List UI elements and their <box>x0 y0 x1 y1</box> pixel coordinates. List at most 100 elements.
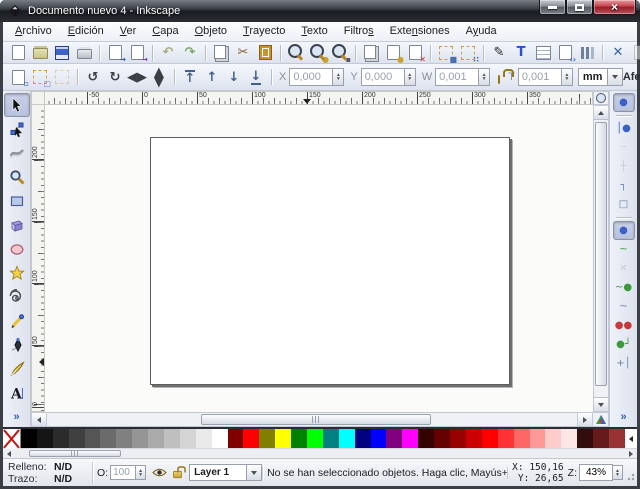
palette-swatch[interactable] <box>386 429 402 448</box>
palette-swatch[interactable] <box>514 429 530 448</box>
palette-more-button[interactable] <box>625 429 637 448</box>
snap-smooth-nodes-button[interactable]: ~ <box>613 297 635 316</box>
palette-swatch[interactable] <box>355 429 371 448</box>
palette-swatch[interactable] <box>212 429 228 448</box>
palette-swatch[interactable] <box>132 429 148 448</box>
snap-midpoints-button[interactable]: ●● <box>613 316 635 335</box>
palette-swatch[interactable] <box>577 429 593 448</box>
duplicate-button[interactable] <box>360 43 382 63</box>
palette-swatch[interactable] <box>291 429 307 448</box>
palette-swatch[interactable] <box>530 429 546 448</box>
palette-swatch[interactable] <box>275 429 291 448</box>
palette-swatch[interactable] <box>180 429 196 448</box>
palette-swatch[interactable] <box>402 429 418 448</box>
snap-page-border-button[interactable]: +│ <box>613 354 635 373</box>
title-bar[interactable]: Documento nuevo 4 - Inkscape × <box>0 0 640 22</box>
snapbar-overflow-chevron[interactable]: » <box>620 411 626 423</box>
export-document-button[interactable]: → <box>126 43 148 63</box>
tool-pencil[interactable] <box>4 309 30 333</box>
redo-button[interactable]: ↷ <box>179 43 201 63</box>
horizontal-scrollbar[interactable] <box>31 412 609 427</box>
tool-text[interactable]: A <box>4 381 30 405</box>
opacity-spinner[interactable]: ▲▼ <box>136 465 146 480</box>
vertical-scrollbar[interactable] <box>593 105 609 412</box>
units-dropdown[interactable]: mm <box>578 68 623 86</box>
horizontal-scroll-track[interactable] <box>47 413 577 426</box>
snap-bbox-edge-midpoints-button[interactable]: ┐ <box>613 176 635 195</box>
layers-dialog-button[interactable] <box>532 43 554 63</box>
palette-scroll-left[interactable] <box>3 449 15 458</box>
document-page[interactable] <box>150 137 510 385</box>
palette-swatch[interactable] <box>482 429 498 448</box>
tool-spiral[interactable] <box>4 285 30 309</box>
palette-swatch[interactable] <box>116 429 132 448</box>
palette-swatch[interactable] <box>371 429 387 448</box>
flip-vertical-button[interactable]: ◀▶ <box>148 67 170 87</box>
no-color-swatch[interactable] <box>3 429 21 448</box>
width-input[interactable] <box>435 68 479 86</box>
palette-swatch[interactable] <box>498 429 514 448</box>
height-input[interactable] <box>518 68 562 86</box>
tool-bezier-pen[interactable] <box>4 333 30 357</box>
height-spinner[interactable]: ▲▼ <box>562 68 573 86</box>
open-document-button[interactable] <box>29 43 51 63</box>
horizontal-scroll-thumb[interactable] <box>201 414 431 425</box>
save-document-button[interactable] <box>51 43 73 63</box>
undo-button[interactable]: ↶ <box>157 43 179 63</box>
tool-rectangle[interactable] <box>4 189 30 213</box>
raise-to-top-button[interactable]: ↑ <box>179 67 201 87</box>
zoom-page-button[interactable]: ▪ <box>329 43 351 63</box>
zoom-corner-button[interactable] <box>593 91 609 105</box>
color-management-toggle[interactable] <box>592 413 608 426</box>
rotate-90-ccw-button[interactable]: ↺ <box>82 67 104 87</box>
close-button[interactable]: × <box>593 0 636 15</box>
layer-selector[interactable]: Layer 1 <box>189 464 262 481</box>
tool-ellipse[interactable] <box>4 237 30 261</box>
flip-horizontal-button[interactable]: ◀▶ <box>126 67 148 87</box>
lower-to-bottom-button[interactable]: ↓ <box>245 67 267 87</box>
new-document-button[interactable] <box>7 43 29 63</box>
fill-stroke-dialog-button[interactable]: ✎ <box>488 43 510 63</box>
palette-swatch[interactable] <box>228 429 244 448</box>
vertical-ruler[interactable]: 200150100500 <box>31 105 45 412</box>
xml-editor-button[interactable]: ‹› <box>554 43 576 63</box>
menu-archivo[interactable]: Archivo <box>7 22 60 41</box>
x-spinner[interactable]: ▲▼ <box>333 68 344 86</box>
menu-extensiones[interactable]: Extensiones <box>382 22 458 41</box>
canvas-desk[interactable] <box>45 105 593 412</box>
palette-swatch[interactable] <box>21 429 37 448</box>
palette-swatch[interactable] <box>434 429 450 448</box>
select-all-layers-button[interactable]: ▢ <box>29 67 51 87</box>
lock-ratio-icon[interactable] <box>498 75 500 84</box>
palette-swatch[interactable] <box>307 429 323 448</box>
palette-swatch[interactable] <box>450 429 466 448</box>
palette-swatch[interactable] <box>418 429 434 448</box>
snap-object-centers-button[interactable]: ●┘ <box>613 335 635 354</box>
palette-swatch[interactable] <box>196 429 212 448</box>
width-spinner[interactable]: ▲▼ <box>479 68 490 86</box>
menu-trayecto[interactable]: Trayecto <box>235 22 293 41</box>
palette-scrollbar[interactable] <box>3 448 637 458</box>
palette-swatch[interactable] <box>69 429 85 448</box>
palette-swatch[interactable] <box>100 429 116 448</box>
tool-selector[interactable] <box>4 93 30 117</box>
tool-node-editor[interactable] <box>4 117 30 141</box>
snap-nodes-button[interactable]: ● <box>613 221 635 240</box>
maximize-button[interactable] <box>566 0 593 15</box>
palette-swatch[interactable] <box>53 429 69 448</box>
menu-texto[interactable]: Texto <box>293 22 335 41</box>
scroll-right-arrow[interactable] <box>577 413 592 426</box>
copy-button[interactable] <box>210 43 232 63</box>
layer-dropdown-arrow[interactable] <box>247 464 262 481</box>
y-spinner[interactable]: ▲▼ <box>405 68 416 86</box>
tool-box-3d[interactable] <box>4 213 30 237</box>
palette-swatch[interactable] <box>609 429 625 448</box>
x-input[interactable] <box>289 68 333 86</box>
group-objects-button[interactable]: ■ <box>435 43 457 63</box>
cut-button[interactable]: ✂ <box>232 43 254 63</box>
layer-lock-icon[interactable] <box>173 470 182 477</box>
menu-ver[interactable]: Ver <box>112 22 145 41</box>
ungroup-objects-button[interactable]: ∷ <box>457 43 479 63</box>
unlink-clone-button[interactable]: ✕ <box>404 43 426 63</box>
scroll-left-arrow[interactable] <box>32 413 47 426</box>
